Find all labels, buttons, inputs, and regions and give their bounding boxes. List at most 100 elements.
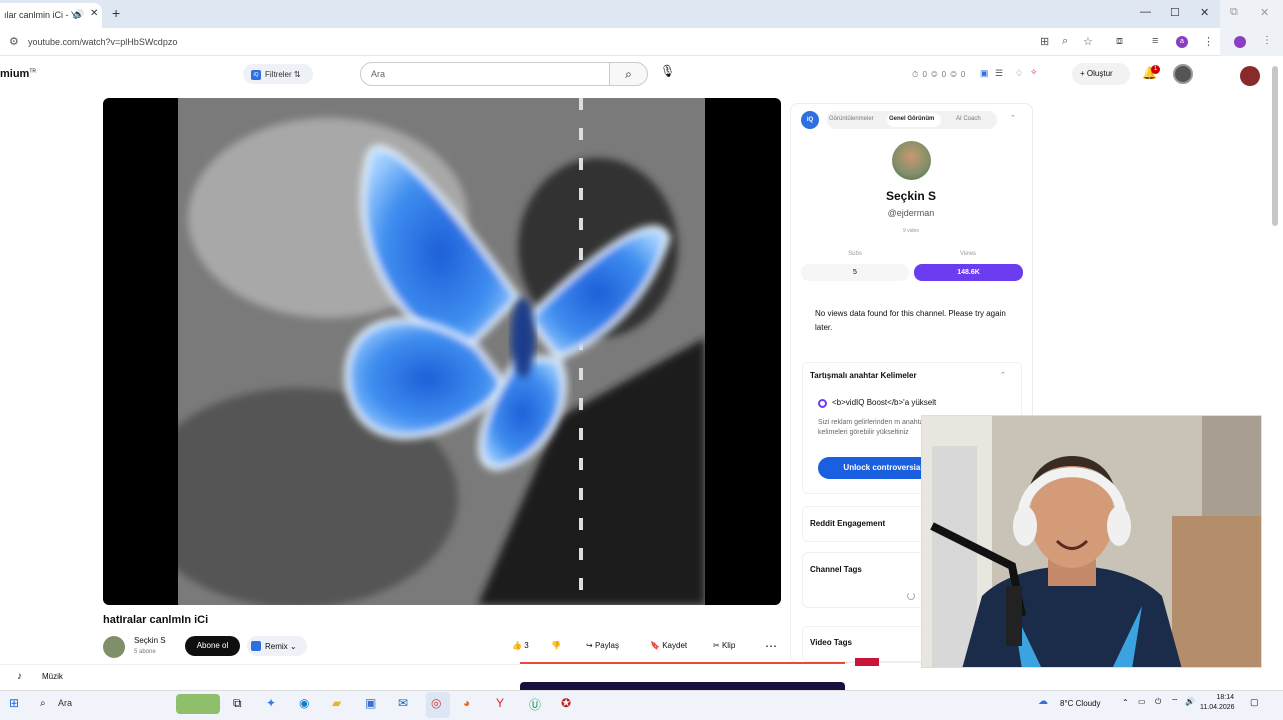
related-thumbnail[interactable]	[520, 662, 845, 672]
radio-icon	[818, 399, 827, 408]
more-actions-icon[interactable]: ⋯	[765, 636, 777, 656]
chrome-icon[interactable]: ◎	[431, 696, 441, 710]
dislike-button[interactable]: 👎	[551, 636, 561, 656]
account-avatar[interactable]	[1173, 64, 1193, 84]
windows-start-icon[interactable]: ⊞	[9, 696, 19, 710]
file-explorer-icon[interactable]: ▰	[332, 696, 341, 710]
tab-overview[interactable]: Genel Görünüm	[889, 116, 934, 122]
volume-icon[interactable]: 🔊	[1185, 697, 1195, 706]
tray-icon[interactable]: ▭	[1138, 697, 1146, 706]
toolbar-bulb-icon[interactable]: ♢	[1015, 68, 1023, 79]
toolbar-list-icon[interactable]: ☰	[995, 68, 1003, 79]
url-text[interactable]: youtube.com/watch?v=plHbSWcdpzo	[28, 37, 177, 47]
video-title: hatIralar canlmIn iCi	[103, 614, 209, 626]
bg-profile-icon	[1234, 36, 1246, 48]
extensions-icon[interactable]: ⧈	[1116, 35, 1123, 48]
taskbar-search-icon[interactable]: ⌕	[40, 698, 46, 709]
tab-title: ılar canlmin iCi - Yo	[4, 10, 82, 20]
vidiq-toolbar-icon[interactable]: ▣	[980, 68, 989, 79]
channel-avatar[interactable]	[103, 636, 125, 658]
edge-icon[interactable]: ◉	[299, 696, 309, 710]
install-icon[interactable]: ⊞	[1040, 35, 1049, 48]
scrollbar[interactable]	[1272, 66, 1278, 226]
subs-value[interactable]: 5	[801, 264, 909, 281]
weather-text[interactable]: 8°C Cloudy	[1060, 699, 1101, 708]
views-value[interactable]: 148.6K	[914, 264, 1023, 281]
thumbs-down-icon: 👎	[551, 641, 561, 650]
channel-tags-title[interactable]: Channel Tags	[810, 565, 862, 574]
keywords-title[interactable]: Tartışmalı anahtar Kelimeler	[810, 371, 917, 380]
share-button[interactable]: ↪ Paylaş	[586, 636, 619, 656]
video-player[interactable]	[103, 98, 781, 605]
profile-avatar[interactable]: a	[1176, 36, 1188, 48]
chevron-up-icon[interactable]: ⌃	[1122, 698, 1129, 707]
tray-icon-2[interactable]: ⏻	[1155, 697, 1161, 707]
related-thumbnail-2[interactable]	[520, 682, 845, 690]
close-window-button[interactable]: ✕	[1200, 6, 1209, 19]
toolbar-extra-icon[interactable]: ✧	[1030, 67, 1038, 78]
tab-audio-icon[interactable]: 🔊	[73, 9, 84, 20]
firefox-icon[interactable]: ◕	[463, 696, 470, 710]
vidiq-header-stats: ⏱ 0 ◎ 0 ◎ 0	[912, 70, 967, 79]
reddit-engagement-title[interactable]: Reddit Engagement	[810, 519, 885, 528]
music-label[interactable]: Müzik	[42, 672, 63, 681]
store-icon[interactable]: ▣	[365, 696, 376, 710]
chevron-up-icon[interactable]: ⌃	[1000, 371, 1006, 379]
notification-badge: 1	[1151, 65, 1160, 74]
video-tags-title[interactable]: Video Tags	[810, 638, 852, 647]
notifications-icon[interactable]: ▢	[1250, 697, 1259, 708]
share-icon: ↪	[586, 641, 593, 650]
taskbar-widget-image[interactable]	[176, 694, 220, 714]
address-bar: ⚙ youtube.com/watch?v=plHbSWcdpzo ⊞ ⌕ ☆ …	[0, 28, 1220, 56]
maximize-button[interactable]: ☐	[1170, 6, 1180, 19]
vidiq-icon	[251, 641, 261, 651]
save-button[interactable]: 🔖 Kaydet	[650, 636, 687, 656]
search-button[interactable]: ⌕	[610, 62, 648, 86]
cloud-icon: ☁	[1038, 696, 1048, 707]
youtube-logo[interactable]: miumTR	[0, 68, 36, 80]
utorrent-icon[interactable]: Ⓤ	[529, 696, 541, 713]
chevron-up-icon[interactable]: ⌃	[1010, 114, 1016, 122]
bg-restore-icon: ⧉	[1230, 6, 1238, 18]
task-view-icon[interactable]: ⧉	[233, 696, 242, 711]
vidiq-logo[interactable]: iQ	[801, 111, 819, 129]
channel-subscriber-count: 5 abone	[134, 649, 156, 655]
no-views-message: No views data found for this channel. Pl…	[815, 309, 1006, 332]
media-control-icon[interactable]: ≡	[1152, 35, 1158, 47]
channel-name[interactable]: Seçkin S	[134, 636, 166, 645]
minimize-button[interactable]: —	[1140, 6, 1151, 18]
copilot-icon[interactable]: ✦	[266, 696, 276, 710]
related-thumbnail-3[interactable]	[855, 658, 879, 666]
tab-views[interactable]: Görüntülenmeler	[829, 116, 874, 122]
filters-button[interactable]: iQ Filtreler ⇅	[243, 64, 313, 84]
tab-ai-coach[interactable]: AI Coach	[956, 116, 981, 122]
clock-time: 18:14	[1216, 694, 1234, 701]
clock[interactable]: 18:14 11.04.2026	[1200, 693, 1235, 713]
subscribe-button[interactable]: Abone ol	[185, 636, 240, 656]
taskbar-search-label[interactable]: Ara	[58, 698, 72, 708]
search-input[interactable]: Ara	[360, 62, 610, 86]
vidiq-tabs: Görüntülenmeler Genel Görünüm AI Coach	[827, 111, 997, 129]
butterfly-image	[178, 98, 705, 605]
app-icon[interactable]: ✪	[561, 696, 571, 710]
outlook-icon[interactable]: ✉	[398, 696, 408, 710]
remix-button[interactable]: Remix ⌄	[247, 636, 307, 656]
yandex-icon[interactable]: Y	[496, 696, 504, 710]
search-icon: ⌕	[625, 67, 632, 81]
bookmark-star-icon[interactable]: ☆	[1083, 35, 1093, 48]
zoom-icon[interactable]: ⌕	[1062, 35, 1068, 48]
wifi-icon[interactable]: ⌔	[1171, 697, 1179, 707]
browser-tab[interactable]: ılar canlmin iCi - Yo 🔊 ✕	[0, 3, 102, 28]
loading-spinner-icon	[907, 592, 915, 600]
microphone-icon[interactable]: 🎙	[660, 64, 675, 78]
new-tab-button[interactable]: +	[112, 5, 120, 21]
clip-button[interactable]: ✂ Klip	[713, 636, 735, 656]
site-info-icon[interactable]: ⚙	[9, 35, 19, 48]
subs-label: Subs	[848, 251, 862, 257]
browser-menu-icon[interactable]: ⋮	[1203, 35, 1214, 48]
boost-upgrade-text: <b>vidIQ Boost</b>'a yükselt	[832, 398, 937, 407]
tab-close-icon[interactable]: ✕	[90, 8, 98, 19]
video-frame	[178, 98, 705, 605]
create-button[interactable]: + Oluştur	[1072, 63, 1130, 85]
like-button[interactable]: 👍 3	[512, 636, 529, 656]
